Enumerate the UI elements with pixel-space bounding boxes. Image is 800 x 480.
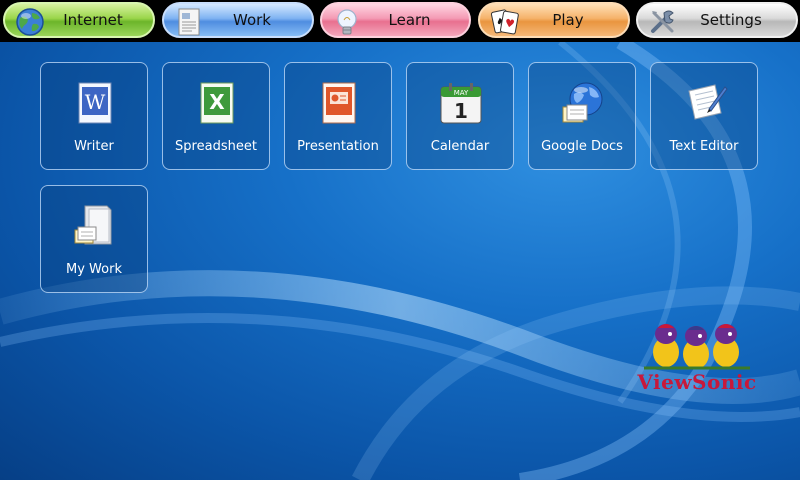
category-tab-bar: Internet Work Learn ♠ ♥ Play Settings: [0, 0, 800, 42]
tab-label: Internet: [63, 11, 123, 29]
app-presentation[interactable]: Presentation: [284, 62, 392, 170]
app-calendar[interactable]: MAY 1 Calendar: [406, 62, 514, 170]
app-label: Writer: [74, 139, 114, 154]
svg-text:1: 1: [454, 99, 468, 123]
presentation-icon: [322, 82, 356, 124]
google-docs-icon: [562, 82, 603, 123]
svg-text:X: X: [209, 90, 225, 114]
tab-label: Learn: [388, 11, 431, 29]
app-label: Presentation: [297, 139, 379, 154]
calendar-icon: MAY 1: [440, 83, 482, 124]
app-label: Text Editor: [669, 139, 739, 154]
tab-internet[interactable]: Internet: [3, 2, 155, 38]
viewsonic-logo: ViewSonic: [622, 310, 772, 394]
spreadsheet-icon: X: [200, 82, 234, 124]
tab-work[interactable]: Work: [162, 2, 314, 38]
app-label: Calendar: [430, 139, 490, 154]
app-label: My Work: [66, 262, 122, 277]
svg-text:W: W: [85, 90, 106, 114]
viewsonic-wordmark: ViewSonic: [637, 370, 757, 394]
folder-icon: [74, 205, 112, 245]
text-editor-icon: [688, 84, 728, 120]
svg-text:MAY: MAY: [454, 89, 469, 97]
tab-learn[interactable]: Learn: [320, 2, 471, 38]
app-label: Google Docs: [541, 139, 623, 154]
app-label: Spreadsheet: [175, 139, 257, 154]
writer-icon: W: [78, 82, 112, 124]
tab-label: Work: [233, 11, 271, 29]
tab-settings[interactable]: Settings: [636, 2, 798, 38]
app-writer[interactable]: W Writer: [40, 62, 148, 170]
app-my-work[interactable]: My Work: [40, 185, 148, 293]
tab-label: Play: [552, 11, 584, 29]
app-google-docs[interactable]: Google Docs: [528, 62, 636, 170]
viewsonic-birds-logo: [644, 324, 750, 370]
desktop: W Writer X Spreadsheet Presentation MAY: [0, 42, 800, 480]
app-text-editor[interactable]: Text Editor: [650, 62, 758, 170]
app-spreadsheet[interactable]: X Spreadsheet: [162, 62, 270, 170]
tab-label: Settings: [700, 11, 762, 29]
tab-play[interactable]: ♠ ♥ Play: [478, 2, 630, 38]
